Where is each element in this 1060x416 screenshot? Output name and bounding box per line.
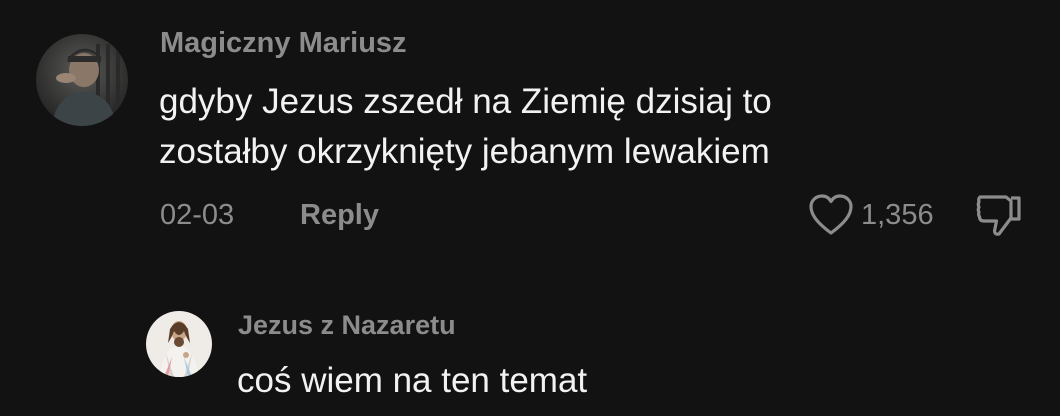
comment-date: 02-03 [160, 199, 235, 231]
reply-button[interactable]: Reply [300, 199, 379, 232]
comment-text-line-1: gdyby Jezus zszedł na Ziemię dzisiaj to [159, 82, 772, 121]
avatar[interactable] [146, 311, 212, 377]
comment-item: Magiczny Mariusz gdyby Jezus zszedł na Z… [0, 0, 1060, 250]
avatar[interactable] [36, 34, 128, 126]
heart-outline-icon [809, 194, 853, 235]
comment-username[interactable]: Magiczny Mariusz [160, 27, 407, 60]
comments-panel: Magiczny Mariusz gdyby Jezus zszedł na Z… [0, 0, 1060, 416]
like-button[interactable] [808, 193, 854, 237]
reply-text: coś wiem na ten temat [237, 361, 588, 400]
like-count: 1,356 [861, 199, 934, 231]
reply-item: Jezus z Nazaretu coś wiem na ten temat [0, 290, 1060, 416]
thumbs-down-icon [976, 195, 1021, 236]
comment-text: gdyby Jezus zszedł na Ziemię dzisiaj to … [159, 77, 1039, 178]
reply-username[interactable]: Jezus z Nazaretu [238, 310, 456, 341]
comment-text-line-2: zostałby okrzyknięty jebanym lewakiem [159, 132, 770, 172]
dislike-button[interactable] [974, 192, 1024, 238]
